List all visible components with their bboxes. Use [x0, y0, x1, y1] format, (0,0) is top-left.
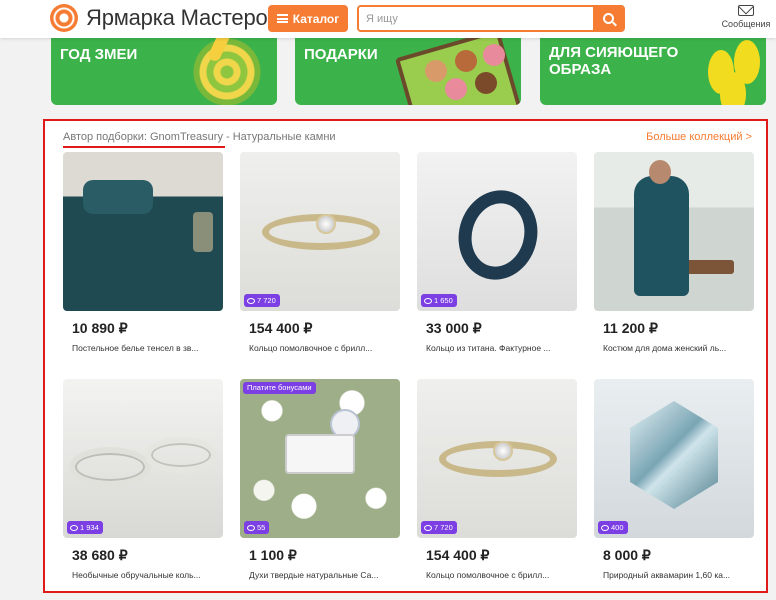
bonus-badge: 7 720: [421, 521, 457, 534]
product-image[interactable]: 7 720: [417, 379, 577, 538]
search-button[interactable]: [593, 7, 623, 30]
product-image[interactable]: 400: [594, 379, 754, 538]
product-card[interactable]: Платите бонусами 55 1 100 ₽ Духи твердые…: [240, 379, 400, 580]
bonus-badge: 1 934: [67, 521, 103, 534]
bonus-value: 400: [611, 523, 624, 532]
product-name[interactable]: Костюм для дома женский ль...: [603, 343, 748, 353]
search-bar: [357, 5, 625, 32]
logo-text: Ярмарка Мастеров: [86, 5, 280, 30]
messages-link[interactable]: Сообщения: [716, 5, 776, 29]
product-price: 10 890 ₽: [72, 320, 128, 336]
bonus-value: 7 720: [257, 296, 276, 305]
perfume-tin-image: [285, 434, 355, 474]
messages-label: Сообщения: [721, 19, 771, 29]
site-header: Ярмарка Мастеров Каталог Сообщения: [0, 0, 776, 38]
product-price: 154 400 ₽: [249, 320, 313, 336]
product-name[interactable]: Постельное белье тенсел в зв...: [72, 343, 217, 353]
collection-section: Автор подборки: GnomTreasury - Натуральн…: [43, 119, 768, 593]
macaron-image: [425, 60, 447, 82]
site-logo[interactable]: Ярмарка Мастеров: [50, 4, 279, 32]
collection-subtitle: - Натуральные камни: [222, 131, 336, 143]
product-name[interactable]: Духи твердые натуральные Са...: [249, 570, 394, 580]
bonus-coin-icon: [424, 297, 432, 304]
bonus-badge: 1 650: [421, 294, 457, 307]
product-name[interactable]: Кольцо помолвочное с брилл...: [426, 570, 571, 580]
bonus-coin-icon: [247, 297, 255, 304]
bonus-coin-icon: [424, 524, 432, 531]
banner-title-line1: ДЛЯ СИЯЮЩЕГО: [549, 44, 679, 61]
bonus-coin-icon: [601, 524, 609, 531]
suit-image: [634, 176, 689, 296]
product-name[interactable]: Необычные обручальные коль...: [72, 570, 217, 580]
search-input[interactable]: [359, 7, 595, 30]
diamond-image: [316, 214, 336, 234]
product-price: 33 000 ₽: [426, 320, 482, 336]
banner-title: ГОД ЗМЕИ: [60, 46, 138, 63]
product-card[interactable]: 7 720 154 400 ₽ Кольцо помолвочное с бри…: [417, 379, 577, 580]
macaron-image: [483, 44, 505, 66]
product-price: 1 100 ₽: [249, 547, 297, 563]
product-card[interactable]: 11 200 ₽ Костюм для дома женский ль...: [594, 152, 754, 353]
product-name[interactable]: Кольцо помолвочное с брилл...: [249, 343, 394, 353]
macaron-image: [455, 50, 477, 72]
bonus-coin-icon: [247, 524, 255, 531]
bonus-value: 55: [257, 523, 266, 532]
product-image[interactable]: [63, 152, 223, 311]
product-image[interactable]: 1 650: [417, 152, 577, 311]
macaron-image: [445, 78, 467, 100]
product-card[interactable]: 400 8 000 ₽ Природный аквамарин 1,60 ка.…: [594, 379, 754, 580]
macaron-image: [475, 72, 497, 94]
bonus-value: 1 650: [434, 296, 453, 305]
aquamarine-image: [630, 401, 718, 509]
product-image[interactable]: 7 720: [240, 152, 400, 311]
bonus-coin-icon: [70, 524, 78, 531]
product-card[interactable]: 1 934 38 680 ₽ Необычные обручальные кол…: [63, 379, 223, 580]
product-price: 38 680 ₽: [72, 547, 128, 563]
bonus-badge: 55: [244, 521, 270, 534]
product-image[interactable]: 1 934: [63, 379, 223, 538]
menu-icon: [276, 14, 288, 23]
pay-with-bonuses-badge: Платите бонусами: [243, 382, 316, 394]
pillow-image: [83, 180, 153, 214]
more-collections-link[interactable]: Больше коллекций >: [646, 131, 752, 143]
bonus-value: 1 934: [80, 523, 99, 532]
search-icon: [602, 13, 614, 24]
bonus-badge: 400: [598, 521, 628, 534]
product-price: 11 200 ₽: [603, 320, 658, 336]
catalog-button-label: Каталог: [292, 11, 340, 26]
bonus-badge: 7 720: [244, 294, 280, 307]
model-head-image: [649, 160, 671, 184]
product-image[interactable]: [594, 152, 754, 311]
product-card[interactable]: 7 720 154 400 ₽ Кольцо помолвочное с бри…: [240, 152, 400, 353]
logo-flower-icon: [50, 4, 78, 32]
wedding-ring-image: [69, 447, 151, 487]
envelope-icon: [738, 5, 754, 16]
titanium-ring-image: [448, 181, 548, 289]
catalog-button[interactable]: Каталог: [268, 5, 348, 32]
product-name[interactable]: Кольцо из титана. Фактурное ...: [426, 343, 571, 353]
collection-header: Автор подборки: GnomTreasury - Натуральн…: [63, 131, 336, 143]
bonus-value: 7 720: [434, 523, 453, 532]
product-card[interactable]: 10 890 ₽ Постельное белье тенсел в зв...: [63, 152, 223, 353]
wedding-ring-image: [145, 437, 217, 473]
product-name[interactable]: Природный аквамарин 1,60 ка...: [603, 570, 748, 580]
author-underline: [63, 146, 225, 148]
diamond-image: [493, 441, 513, 461]
product-price: 154 400 ₽: [426, 547, 490, 563]
banner-title-line2: ОБРАЗА: [549, 61, 612, 78]
product-card[interactable]: 1 650 33 000 ₽ Кольцо из титана. Фактурн…: [417, 152, 577, 353]
product-image[interactable]: Платите бонусами 55: [240, 379, 400, 538]
banner-title: ПОДАРКИ: [304, 46, 378, 63]
collection-author-link[interactable]: Автор подборки: GnomTreasury: [63, 131, 223, 143]
product-price: 8 000 ₽: [603, 547, 651, 563]
lamp-image: [193, 212, 213, 252]
